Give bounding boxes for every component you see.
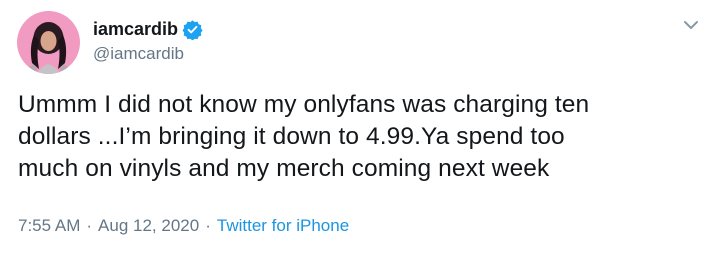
chevron-down-icon[interactable]	[680, 14, 702, 36]
author-handle[interactable]: @iamcardib	[93, 44, 184, 64]
author-name-row: iamcardib	[93, 18, 203, 40]
tweet-time[interactable]: 7:55 AM	[18, 216, 80, 236]
display-name[interactable]: iamcardib	[93, 19, 178, 40]
tweet-text-line: Ummm I did not know my onlyfans was char…	[18, 91, 590, 118]
meta-separator: ·	[205, 216, 211, 235]
tweet-text: Ummm I did not know my onlyfans was char…	[18, 89, 678, 185]
tweet-date[interactable]: Aug 12, 2020	[98, 216, 199, 236]
avatar-image	[17, 11, 80, 74]
avatar[interactable]	[17, 11, 80, 74]
tweet-card: iamcardib @iamcardib Ummm I did not know…	[0, 0, 720, 256]
tweet-source-link[interactable]: Twitter for iPhone	[217, 216, 349, 236]
tweet-text-line: dollars ...I’m bringing it down to 4.99.…	[18, 123, 565, 150]
verified-badge-icon	[182, 19, 203, 40]
tweet-text-line: much on vinyls and my merch coming next …	[18, 155, 550, 182]
meta-separator: ·	[86, 216, 93, 235]
tweet-meta: 7:55 AM · Aug 12, 2020 · Twitter for iPh…	[18, 216, 349, 236]
